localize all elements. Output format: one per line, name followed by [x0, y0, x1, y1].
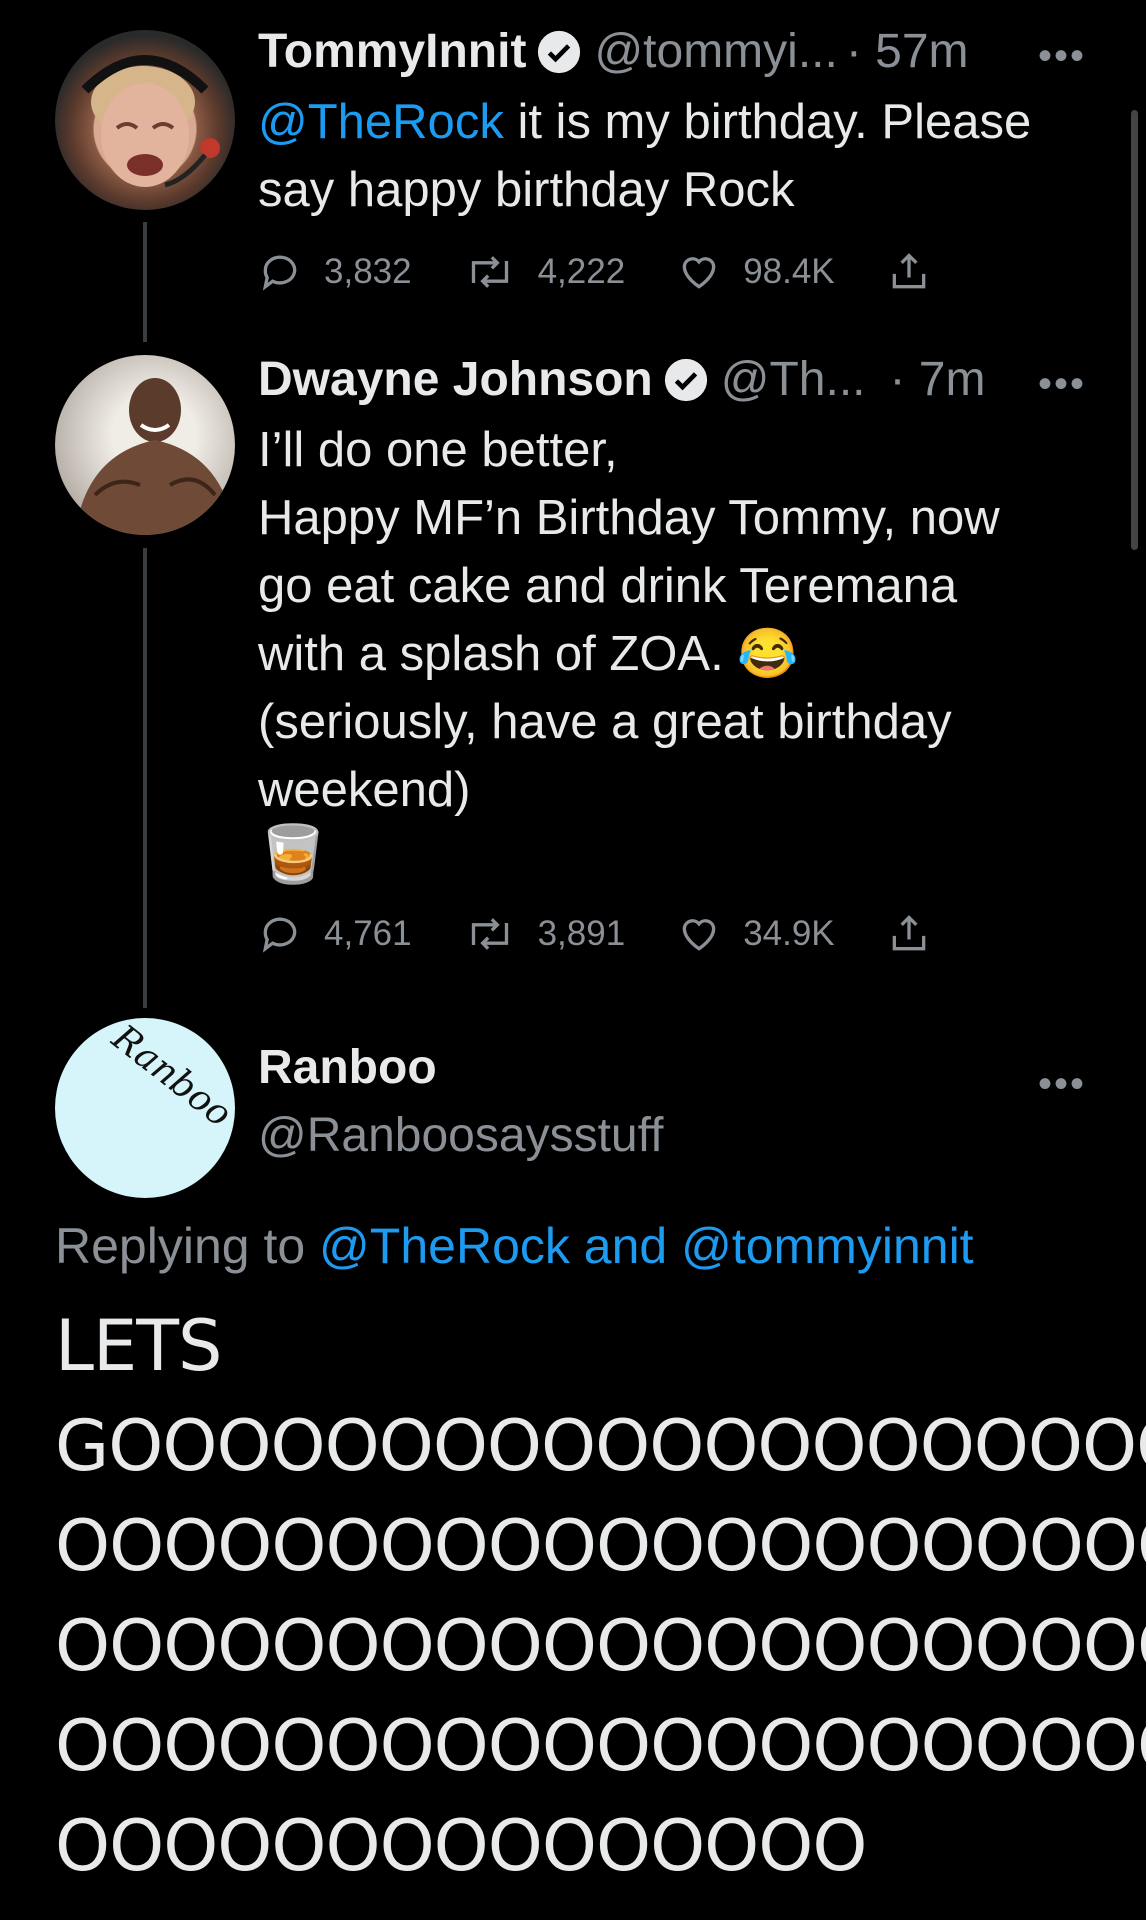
author-name[interactable]: TommyInnit — [258, 24, 526, 79]
like-count: 34.9K — [743, 914, 835, 953]
retweet-icon — [471, 918, 508, 950]
more-options-icon[interactable]: ••• — [1038, 1062, 1086, 1107]
tweet-header: Dwayne Johnson @Th... · 7m — [258, 352, 985, 407]
author-name[interactable]: Ranboo — [258, 1040, 437, 1095]
verified-badge-icon — [664, 358, 707, 401]
like-count: 98.4K — [743, 252, 835, 291]
reply-button[interactable]: 3,832 — [258, 250, 412, 294]
share-button[interactable] — [887, 250, 953, 294]
tweet-header: Ranboo — [258, 1040, 437, 1095]
reply-text: LETS GOOOOOOOOOOOOOOOOOOOO OOOOOOOOOOOOO… — [55, 1296, 1146, 1896]
tweet-actions: 3,832 4,222 98.4K — [258, 250, 1005, 294]
reply-line: OOOOOOOOOOOOOOO — [55, 1805, 867, 1887]
timestamp[interactable]: · 7m — [889, 352, 985, 407]
ranboo-avatar[interactable]: Ranboo — [55, 1018, 235, 1198]
face-illustration — [81, 55, 220, 188]
reply-icon — [262, 255, 297, 291]
replying-to-links[interactable]: @TheRock and @tommyinnit — [319, 1218, 974, 1274]
retweet-button[interactable]: 3,891 — [464, 912, 626, 956]
author-handle[interactable]: @tommyi... — [594, 24, 837, 79]
retweet-icon — [471, 256, 508, 288]
reply-button[interactable]: 4,761 — [258, 912, 412, 956]
reply-line: OOOOOOOOOOOOOOOOOOOOO — [55, 1705, 1146, 1787]
timestamp[interactable]: · 57m — [846, 24, 969, 79]
more-options-icon[interactable]: ••• — [1038, 362, 1086, 407]
like-button[interactable]: 98.4K — [677, 250, 835, 294]
mention-link[interactable]: @TheRock — [258, 95, 504, 149]
share-button[interactable] — [887, 912, 953, 956]
replying-to: Replying to @TheRock and @tommyinnit — [55, 1218, 974, 1274]
share-icon — [892, 253, 925, 289]
thread-line — [143, 222, 147, 342]
author-handle-row: @Ranboosaysstuff — [258, 1108, 663, 1163]
more-options-icon[interactable]: ••• — [1038, 34, 1086, 79]
portrait-illustration — [75, 378, 235, 535]
thread-line — [143, 548, 147, 1008]
retweet-count: 3,891 — [537, 914, 626, 953]
author-handle[interactable]: @Ranboosaysstuff — [258, 1108, 663, 1163]
tweet-text: @TheRock it is my birthday. Please say h… — [258, 95, 1032, 217]
scrollbar[interactable] — [1131, 110, 1138, 550]
retweet-button[interactable]: 4,222 — [464, 250, 626, 294]
tommyinnit-avatar[interactable] — [55, 30, 235, 210]
author-name[interactable]: Dwayne Johnson — [258, 352, 653, 407]
author-handle[interactable]: @Th... — [721, 352, 866, 407]
reply-line: OOOOOOOOOOOOOOOOOOOOO — [55, 1505, 1146, 1587]
reply-count: 3,832 — [324, 252, 412, 291]
tumbler-glass-emoji: 🥃 — [258, 822, 328, 885]
reply-line: GOOOOOOOOOOOOOOOOOOOO — [55, 1405, 1146, 1487]
svg-text:Ranboo: Ranboo — [104, 1018, 235, 1135]
like-button[interactable]: 34.9K — [677, 912, 835, 956]
reply-line: OOOOOOOOOOOOOOOOOOOOO — [55, 1605, 1146, 1687]
share-icon — [892, 915, 925, 951]
reply-count: 4,761 — [324, 914, 412, 953]
tweet-text: I’ll do one better, Happy MF’n Birthday … — [258, 423, 1000, 817]
reply-icon — [262, 917, 297, 953]
heart-icon — [682, 257, 716, 289]
tweet-header: TommyInnit @tommyi... · 57m — [258, 24, 969, 79]
heart-icon — [682, 919, 716, 951]
retweet-count: 4,222 — [537, 252, 626, 291]
dwayne-johnson-avatar[interactable] — [55, 355, 235, 535]
tweet-actions: 4,761 3,891 34.9K — [258, 912, 1005, 956]
avatar-handwritten-text: Ranboo — [104, 1018, 235, 1135]
reply-line: LETS — [55, 1305, 222, 1387]
verified-badge-icon — [538, 30, 581, 73]
